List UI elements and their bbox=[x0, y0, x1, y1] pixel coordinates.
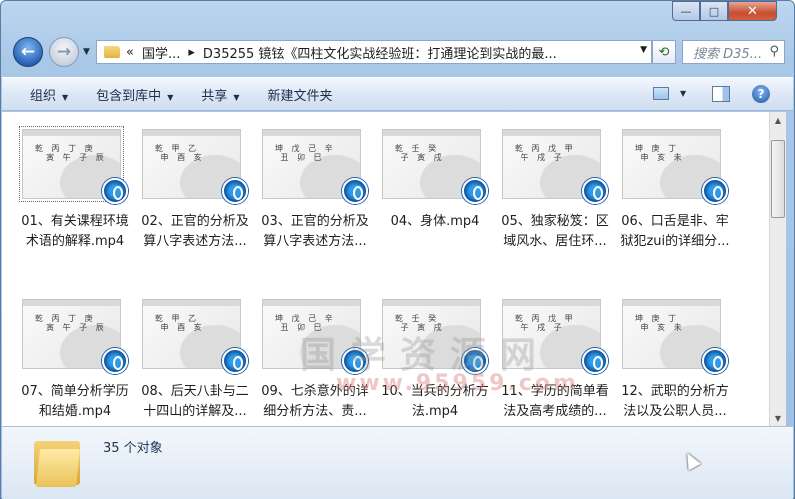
command-bar: 组织 ▼ 包含到库中 ▼ 共享 ▼ 新建文件夹 ▼ ? bbox=[2, 77, 793, 111]
maximize-button[interactable]: □ bbox=[700, 1, 728, 21]
file-name-line2: 和结婚.mp4 bbox=[38, 404, 112, 419]
file-name-line1: 02、正官的分析及 bbox=[141, 214, 249, 229]
file-name-line1: 07、简单分析学历 bbox=[21, 384, 129, 399]
address-bar[interactable]: « 国学... ▸ D35255 镜铉《四柱文化实战经验班：打通理论到实战的最.… bbox=[96, 40, 652, 64]
new-folder-button[interactable]: 新建文件夹 bbox=[268, 85, 333, 104]
file-name-line1: 01、有关课程环境 bbox=[21, 214, 129, 229]
view-dropdown-icon[interactable]: ▼ bbox=[680, 89, 686, 98]
view-options-icon[interactable] bbox=[653, 87, 669, 100]
file-name-line2: 狱犯zui的详细分... bbox=[620, 234, 730, 249]
search-input[interactable]: 搜索 D35... ⚲ bbox=[682, 40, 785, 64]
address-row: ← → ▼ « 国学... ▸ D35255 镜铉《四柱文化实战经验班：打通理论… bbox=[1, 35, 794, 75]
vertical-scrollbar[interactable]: ▲ ▼ bbox=[769, 112, 786, 426]
address-dropdown-icon[interactable]: ▼ bbox=[640, 45, 647, 55]
media-player-icon bbox=[582, 348, 608, 374]
media-player-icon bbox=[102, 178, 128, 204]
file-item[interactable]: 乾 甲 乙 申 酉 亥 02、正官的分析及 算八字表述方法... bbox=[136, 112, 254, 272]
file-name-line2: 算八字表述方法... bbox=[143, 234, 247, 249]
preview-pane-icon[interactable] bbox=[712, 86, 730, 102]
chevron-down-icon: ▼ bbox=[233, 92, 240, 102]
media-player-icon bbox=[702, 178, 728, 204]
chevron-down-icon: ▼ bbox=[62, 92, 69, 102]
help-icon[interactable]: ? bbox=[752, 85, 770, 103]
close-button[interactable]: ✕ bbox=[728, 1, 777, 21]
media-player-icon bbox=[702, 348, 728, 374]
file-name-line2: 算八字表述方法... bbox=[263, 234, 367, 249]
file-name: 06、口舌是非、牢 狱犯zui的详细分... bbox=[616, 212, 734, 252]
explorer-window: — □ ✕ ← → ▼ « 国学... ▸ D35255 镜铉《四柱文化实战经验… bbox=[0, 0, 795, 499]
folder-icon bbox=[104, 46, 120, 58]
new-folder-label: 新建文件夹 bbox=[267, 88, 333, 104]
file-name-line1: 04、身体.mp4 bbox=[390, 214, 480, 229]
media-player-icon bbox=[222, 178, 248, 204]
file-item[interactable]: 乾 丙 丁 庚 寅 午 子 辰 01、有关课程环境 术语的解释.mp4 bbox=[16, 112, 134, 272]
file-item[interactable]: 乾 丙 戊 甲 午 戌 子 05、独家秘笈：区 域风水、居住环... bbox=[496, 112, 614, 272]
search-placeholder: 搜索 D35... bbox=[693, 46, 763, 62]
file-name-line2: 细分析方法、责... bbox=[263, 404, 367, 419]
file-name-line1: 06、口舌是非、牢 bbox=[621, 214, 729, 229]
file-name: 08、后天八卦与二 十四山的详解及... bbox=[136, 382, 254, 422]
media-player-icon bbox=[462, 178, 488, 204]
file-name-line1: 03、正官的分析及 bbox=[261, 214, 369, 229]
include-library-button[interactable]: 包含到库中 ▼ bbox=[96, 85, 173, 104]
include-library-label: 包含到库中 bbox=[96, 88, 162, 104]
file-name: 05、独家秘笈：区 域风水、居住环... bbox=[496, 212, 614, 252]
organize-label: 组织 bbox=[30, 88, 57, 104]
media-player-icon bbox=[222, 348, 248, 374]
file-item[interactable]: 坤 庚 丁 申 亥 未 12、武职的分析方 法以及公职人员... bbox=[616, 282, 734, 426]
title-bar: — □ ✕ bbox=[1, 1, 794, 31]
file-item[interactable]: 乾 丙 丁 庚 寅 午 子 辰 07、简单分析学历 和结婚.mp4 bbox=[16, 282, 134, 426]
file-name: 01、有关课程环境 术语的解释.mp4 bbox=[16, 212, 134, 252]
media-player-icon bbox=[582, 178, 608, 204]
breadcrumb-item[interactable]: 国学... bbox=[142, 43, 180, 62]
file-name-line1: 08、后天八卦与二 bbox=[141, 384, 249, 399]
chevron-down-icon: ▼ bbox=[167, 92, 174, 102]
organize-button[interactable]: 组织 ▼ bbox=[30, 85, 68, 104]
folder-icon bbox=[34, 435, 80, 487]
file-name-line1: 12、武职的分析方 bbox=[621, 384, 729, 399]
file-item[interactable]: 坤 庚 丁 申 亥 未 06、口舌是非、牢 狱犯zui的详细分... bbox=[616, 112, 734, 272]
scroll-down-icon[interactable]: ▼ bbox=[770, 410, 786, 426]
file-name-line2: 法以及公职人员... bbox=[623, 404, 727, 419]
search-icon[interactable]: ⚲ bbox=[769, 44, 779, 59]
file-name-line2: 十四山的详解及... bbox=[143, 404, 247, 419]
watermark-url: www.95959.com bbox=[336, 371, 579, 396]
item-count: 35 个对象 bbox=[103, 441, 163, 456]
file-name: 12、武职的分析方 法以及公职人员... bbox=[616, 382, 734, 422]
share-button[interactable]: 共享 ▼ bbox=[201, 85, 239, 104]
details-pane: 35 个对象 bbox=[2, 426, 793, 499]
file-name-line2: 域风水、居住环... bbox=[503, 234, 607, 249]
share-label: 共享 bbox=[201, 88, 228, 104]
media-player-icon bbox=[342, 178, 368, 204]
file-item[interactable]: 乾 甲 乙 申 酉 亥 08、后天八卦与二 十四山的详解及... bbox=[136, 282, 254, 426]
file-name-line1: 05、独家秘笈：区 bbox=[501, 214, 609, 229]
breadcrumb-separator[interactable]: ▸ bbox=[188, 45, 195, 60]
refresh-button[interactable]: ⟲ bbox=[652, 40, 676, 64]
breadcrumb-current[interactable]: D35255 镜铉《四柱文化实战经验班：打通理论到实战的最... bbox=[203, 43, 557, 62]
file-item[interactable]: 坤 戊 己 辛 丑 卯 巳 03、正官的分析及 算八字表述方法... bbox=[256, 112, 374, 272]
media-player-icon bbox=[102, 348, 128, 374]
file-name-line2: 法及高考成绩的... bbox=[503, 404, 607, 419]
recent-pages-chevron-icon[interactable]: ▼ bbox=[83, 47, 90, 57]
file-item[interactable]: 乾 壬 癸 子 寅 戌 04、身体.mp4 bbox=[376, 112, 494, 272]
forward-button[interactable]: → bbox=[49, 37, 79, 67]
file-list[interactable]: 乾 丙 丁 庚 寅 午 子 辰 01、有关课程环境 术语的解释.mp4 乾 甲 乙 申… bbox=[2, 112, 769, 426]
minimize-button[interactable]: — bbox=[672, 1, 700, 21]
file-name: 04、身体.mp4 bbox=[376, 212, 494, 232]
file-name: 07、简单分析学历 和结婚.mp4 bbox=[16, 382, 134, 422]
scrollbar-thumb[interactable] bbox=[771, 140, 785, 218]
file-name: 02、正官的分析及 算八字表述方法... bbox=[136, 212, 254, 252]
breadcrumb-overflow[interactable]: « bbox=[126, 45, 134, 60]
file-name-line2: 法.mp4 bbox=[411, 404, 459, 419]
file-name: 03、正官的分析及 算八字表述方法... bbox=[256, 212, 374, 252]
back-button[interactable]: ← bbox=[13, 37, 43, 67]
scroll-up-icon[interactable]: ▲ bbox=[770, 112, 786, 128]
file-name-line2: 术语的解释.mp4 bbox=[25, 234, 125, 249]
